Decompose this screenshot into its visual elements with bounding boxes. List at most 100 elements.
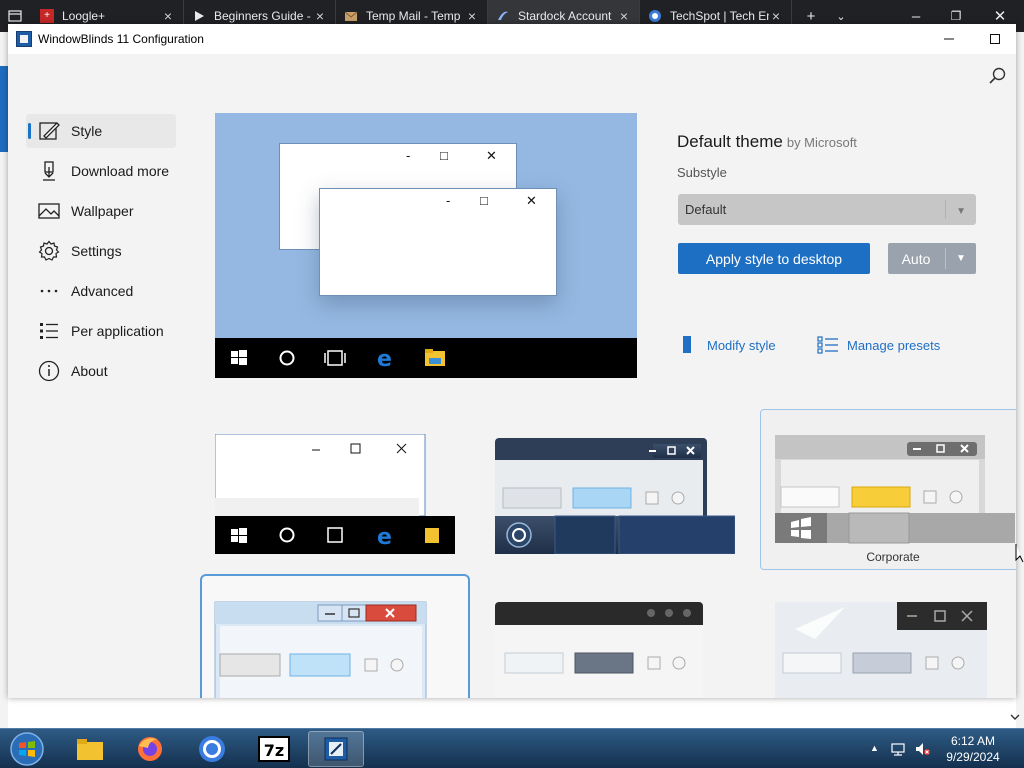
tab-title: TechSpot | Tech En [670, 9, 769, 23]
style-preview: - □ ✕ - □ ✕ e [215, 113, 637, 378]
system-clock[interactable]: 6:12 AM 9/29/2024 [938, 733, 1008, 765]
task-view-icon [324, 350, 346, 366]
svg-text:7z: 7z [264, 741, 284, 760]
close-icon[interactable]: × [465, 8, 479, 24]
close-icon[interactable]: × [617, 8, 631, 24]
nav-item-label: Wallpaper [71, 203, 134, 219]
taskbar-7zip[interactable]: 7z [246, 731, 302, 767]
style-thumbnail[interactable] [495, 434, 735, 554]
nav-item-settings[interactable]: Settings [26, 234, 176, 268]
style-thumbnail-corporate[interactable]: Corporate [760, 409, 1016, 570]
windowblinds-icon [324, 737, 348, 761]
nav-item-wallpaper[interactable]: Wallpaper [26, 194, 176, 228]
ellipsis-icon [38, 280, 60, 302]
show-hidden-icons-icon[interactable]: ▲ [870, 743, 879, 753]
edge-icon: e [377, 347, 392, 372]
taskbar-chrome[interactable] [184, 731, 240, 767]
windowblinds-window: WindowBlinds 11 Configuration Style Down… [8, 24, 1016, 698]
close-icon[interactable]: × [161, 8, 175, 24]
close-icon: ✕ [486, 148, 497, 163]
nav-item-label: About [71, 363, 108, 379]
svg-text:e: e [377, 525, 392, 550]
thumbnail-name: Corporate [866, 550, 920, 564]
network-icon[interactable] [890, 741, 906, 760]
style-thumbnail[interactable] [495, 599, 735, 698]
nav-item-label: Style [71, 123, 103, 139]
substyle-value: Default [685, 202, 727, 217]
volume-muted-icon[interactable] [914, 741, 930, 760]
chevron-down-icon[interactable]: ▼ [948, 243, 974, 274]
nav-item-label: Download more [71, 163, 170, 179]
7zip-icon: 7z [258, 736, 290, 762]
apply-style-button[interactable]: Apply style to desktop [678, 243, 870, 274]
tab-title: Stardock Account [518, 9, 612, 23]
link-label: Modify style [707, 337, 776, 353]
substyle-label: Substyle [677, 165, 727, 180]
chrome-icon [199, 736, 225, 762]
theme-author: by Microsoft [786, 135, 857, 150]
background-window-edge [0, 32, 8, 732]
scroll-down-arrow-icon[interactable] [1008, 700, 1022, 728]
preview-taskbar: e [215, 338, 637, 378]
theme-title: Default theme [677, 132, 783, 151]
style-thumbnail-selected[interactable] [200, 574, 470, 698]
style-thumbnail[interactable]: e [215, 434, 455, 554]
maximize-icon: □ [480, 193, 488, 208]
windows-logo-icon [231, 350, 247, 365]
nav-item-about[interactable]: About [26, 354, 176, 388]
nav-item-style[interactable]: Style [26, 114, 176, 148]
wallpaper-icon [38, 200, 60, 222]
mouse-cursor-icon [1015, 544, 1024, 563]
folder-icon [77, 739, 103, 760]
close-icon[interactable]: × [769, 8, 783, 24]
clock-time: 6:12 AM [950, 734, 996, 748]
maximize-icon: □ [440, 148, 448, 163]
minimize-icon: - [446, 193, 451, 208]
style-thumbnail[interactable] [775, 599, 1015, 698]
mail-icon [344, 9, 358, 23]
techspot-icon [648, 9, 662, 23]
loogle-icon: + [40, 9, 54, 23]
info-icon [38, 360, 60, 382]
gear-icon [38, 240, 60, 262]
start-button[interactable] [2, 731, 52, 767]
download-icon [38, 160, 60, 182]
modify-style-link[interactable]: Modify style [677, 334, 776, 356]
list-icon [38, 320, 60, 342]
search-icon[interactable] [988, 66, 1008, 86]
preview-window-front: - □ ✕ [319, 188, 557, 296]
app-icon [16, 31, 32, 47]
minimize-button[interactable] [926, 24, 972, 54]
nav-item-label: Settings [71, 243, 122, 259]
theme-name: Default theme by Microsoft [677, 132, 857, 152]
nav-item-download-more[interactable]: Download more [26, 154, 176, 188]
tab-title: Temp Mail - Temp [366, 9, 461, 23]
link-label: Manage presets [847, 337, 941, 353]
divider [945, 200, 946, 219]
nav-item-advanced[interactable]: Advanced [26, 274, 176, 308]
substyle-dropdown[interactable]: Default ▼ [678, 194, 976, 225]
stardock-icon [496, 9, 510, 23]
nav-item-label: Per application [71, 323, 164, 339]
manage-presets-link[interactable]: Manage presets [817, 334, 940, 356]
background-window-edge [1016, 32, 1024, 732]
tab-title: Beginners Guide - [214, 9, 311, 23]
play-icon [192, 9, 206, 23]
modify-style-icon [677, 334, 699, 356]
chevron-down-icon: ▼ [956, 206, 966, 217]
style-icon [38, 120, 60, 142]
auto-split-button[interactable]: Auto ▼ [888, 243, 976, 274]
auto-button-label: Auto [901, 250, 931, 267]
close-icon: ✕ [526, 193, 537, 208]
maximize-button[interactable] [972, 24, 1016, 54]
folder-icon [425, 349, 445, 366]
taskbar-file-explorer[interactable] [62, 731, 118, 767]
close-icon[interactable]: × [313, 8, 327, 24]
minimize-icon: - [406, 148, 411, 163]
clock-date: 9/29/2024 [946, 750, 1000, 764]
search-circle-icon [279, 350, 295, 366]
taskbar-windowblinds[interactable] [308, 731, 364, 767]
presets-list-icon [817, 334, 839, 356]
taskbar-firefox[interactable] [122, 731, 178, 767]
nav-item-per-application[interactable]: Per application [26, 314, 176, 348]
